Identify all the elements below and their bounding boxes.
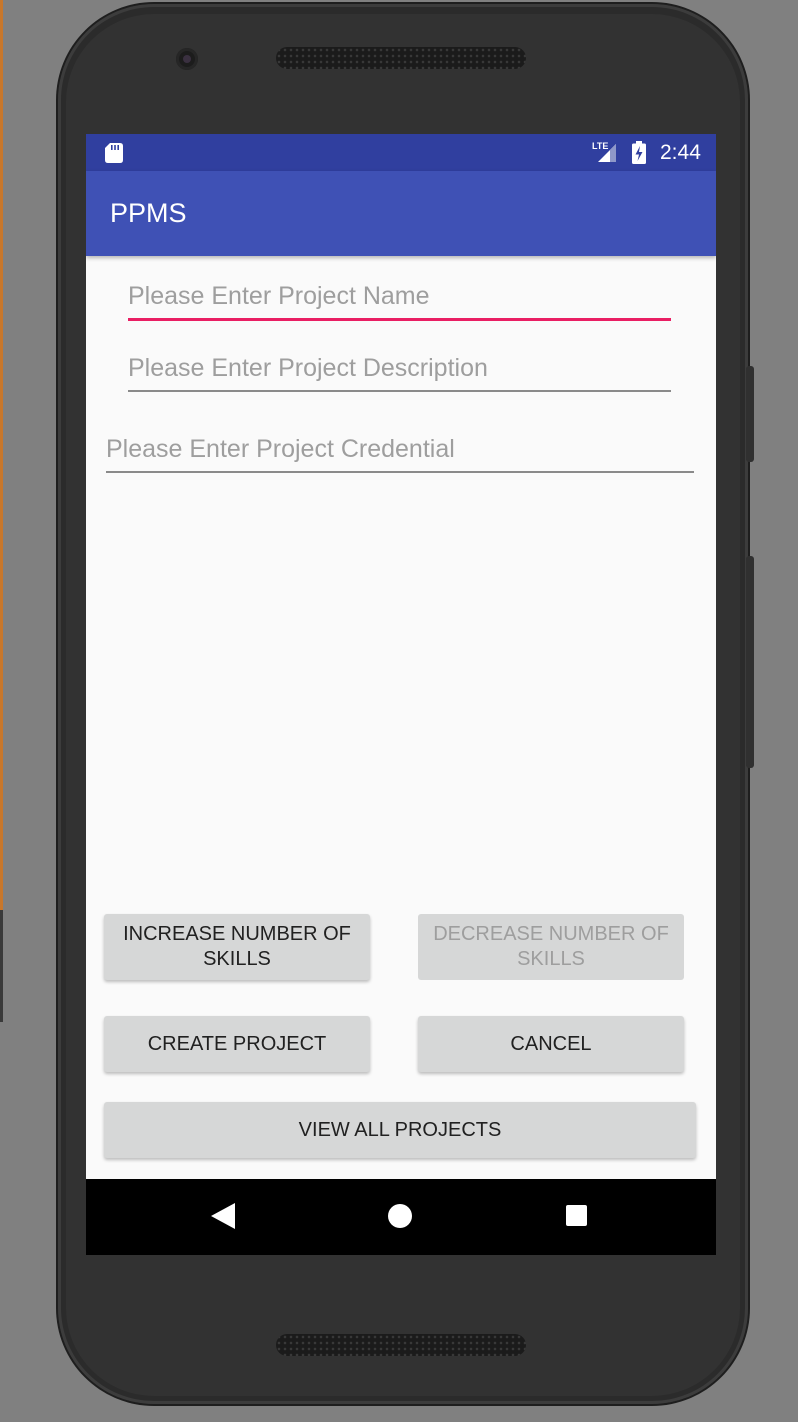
svg-text:LTE: LTE [592,141,608,151]
cancel-button[interactable]: CANCEL [418,1016,684,1072]
window-edge [0,0,3,910]
power-button[interactable] [746,366,754,462]
lte-signal-icon: LTE [592,141,616,162]
decrease-skills-button: DECREASE NUMBER OF SKILLS [418,914,684,980]
window-edge-dark [0,910,3,1022]
emulator-background: { "status_bar": { "time": "2:44", "netwo… [0,0,798,1422]
app-title: PPMS [110,198,187,228]
home-icon[interactable] [388,1204,412,1228]
project-credential-input[interactable] [106,433,694,473]
project-description-input[interactable] [128,352,671,392]
top-speaker-grille [276,47,526,69]
navigation-bar [86,1179,716,1255]
battery-charging-icon [632,141,646,164]
sd-card-icon [105,143,123,163]
back-icon[interactable] [211,1203,235,1229]
status-bar: LTE 2:44 [86,134,716,171]
status-clock: 2:44 [660,141,701,164]
bottom-speaker-grille [276,1334,526,1356]
view-all-projects-button[interactable]: VIEW ALL PROJECTS [104,1102,696,1158]
increase-skills-button[interactable]: INCREASE NUMBER OF SKILLS [104,914,370,980]
volume-button[interactable] [746,556,754,768]
recents-icon[interactable] [566,1205,587,1226]
create-project-button[interactable]: CREATE PROJECT [104,1016,370,1072]
front-camera [176,48,198,70]
project-name-input[interactable] [128,280,671,321]
device-screen: LTE 2:44 PPMS INCREASE NUMBER OF SKILLS … [86,134,716,1255]
app-toolbar: PPMS [86,171,716,256]
